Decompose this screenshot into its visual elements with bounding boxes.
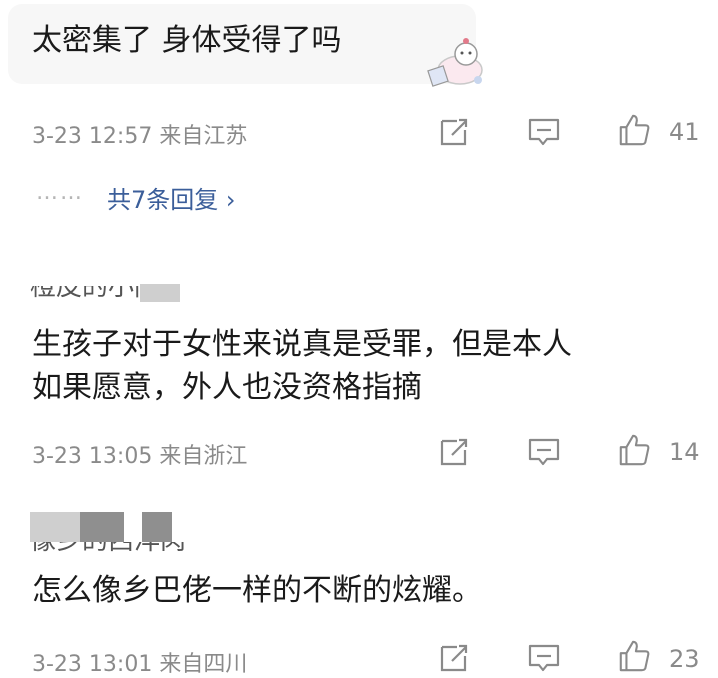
share-icon[interactable]	[437, 115, 471, 149]
comment-icon[interactable]	[527, 641, 561, 675]
comment-meta: 3-23 13:01 来自四川	[32, 652, 248, 677]
comment-text: 太密集了 身体受得了吗	[32, 23, 342, 58]
comment-text-line: 如果愿意，外人也没资格指摘	[32, 370, 422, 405]
like-count: 23	[669, 645, 700, 673]
like-icon[interactable]	[617, 433, 651, 467]
cat-sticker-icon	[427, 38, 483, 87]
comment-meta: 3-23 12:57 来自江苏	[32, 124, 248, 149]
comment-icon[interactable]	[527, 435, 561, 469]
blurred-avatar-part	[142, 512, 172, 542]
blurred-username-part	[140, 284, 180, 302]
like-count: 14	[669, 438, 700, 466]
comment-text: 怎么像乡巴佬一样的不断的炫耀。	[32, 573, 482, 608]
share-icon[interactable]	[437, 641, 471, 675]
username[interactable]: 像乡的西洋肉	[30, 542, 250, 554]
replies-dots: ……	[36, 180, 84, 205]
comment-meta: 3-23 13:05 来自浙江	[32, 444, 248, 469]
blurred-avatar-part	[30, 512, 80, 542]
blurred-avatar-part	[80, 512, 124, 542]
like-count: 41	[669, 118, 700, 146]
like-icon[interactable]	[617, 113, 651, 147]
comment-text-line: 生孩子对于女性来说真是受罪，但是本人	[32, 327, 572, 362]
view-replies-link[interactable]: 共7条回复 ›	[107, 180, 236, 215]
comment-icon[interactable]	[527, 115, 561, 149]
like-icon[interactable]	[617, 639, 651, 673]
share-icon[interactable]	[437, 435, 471, 469]
